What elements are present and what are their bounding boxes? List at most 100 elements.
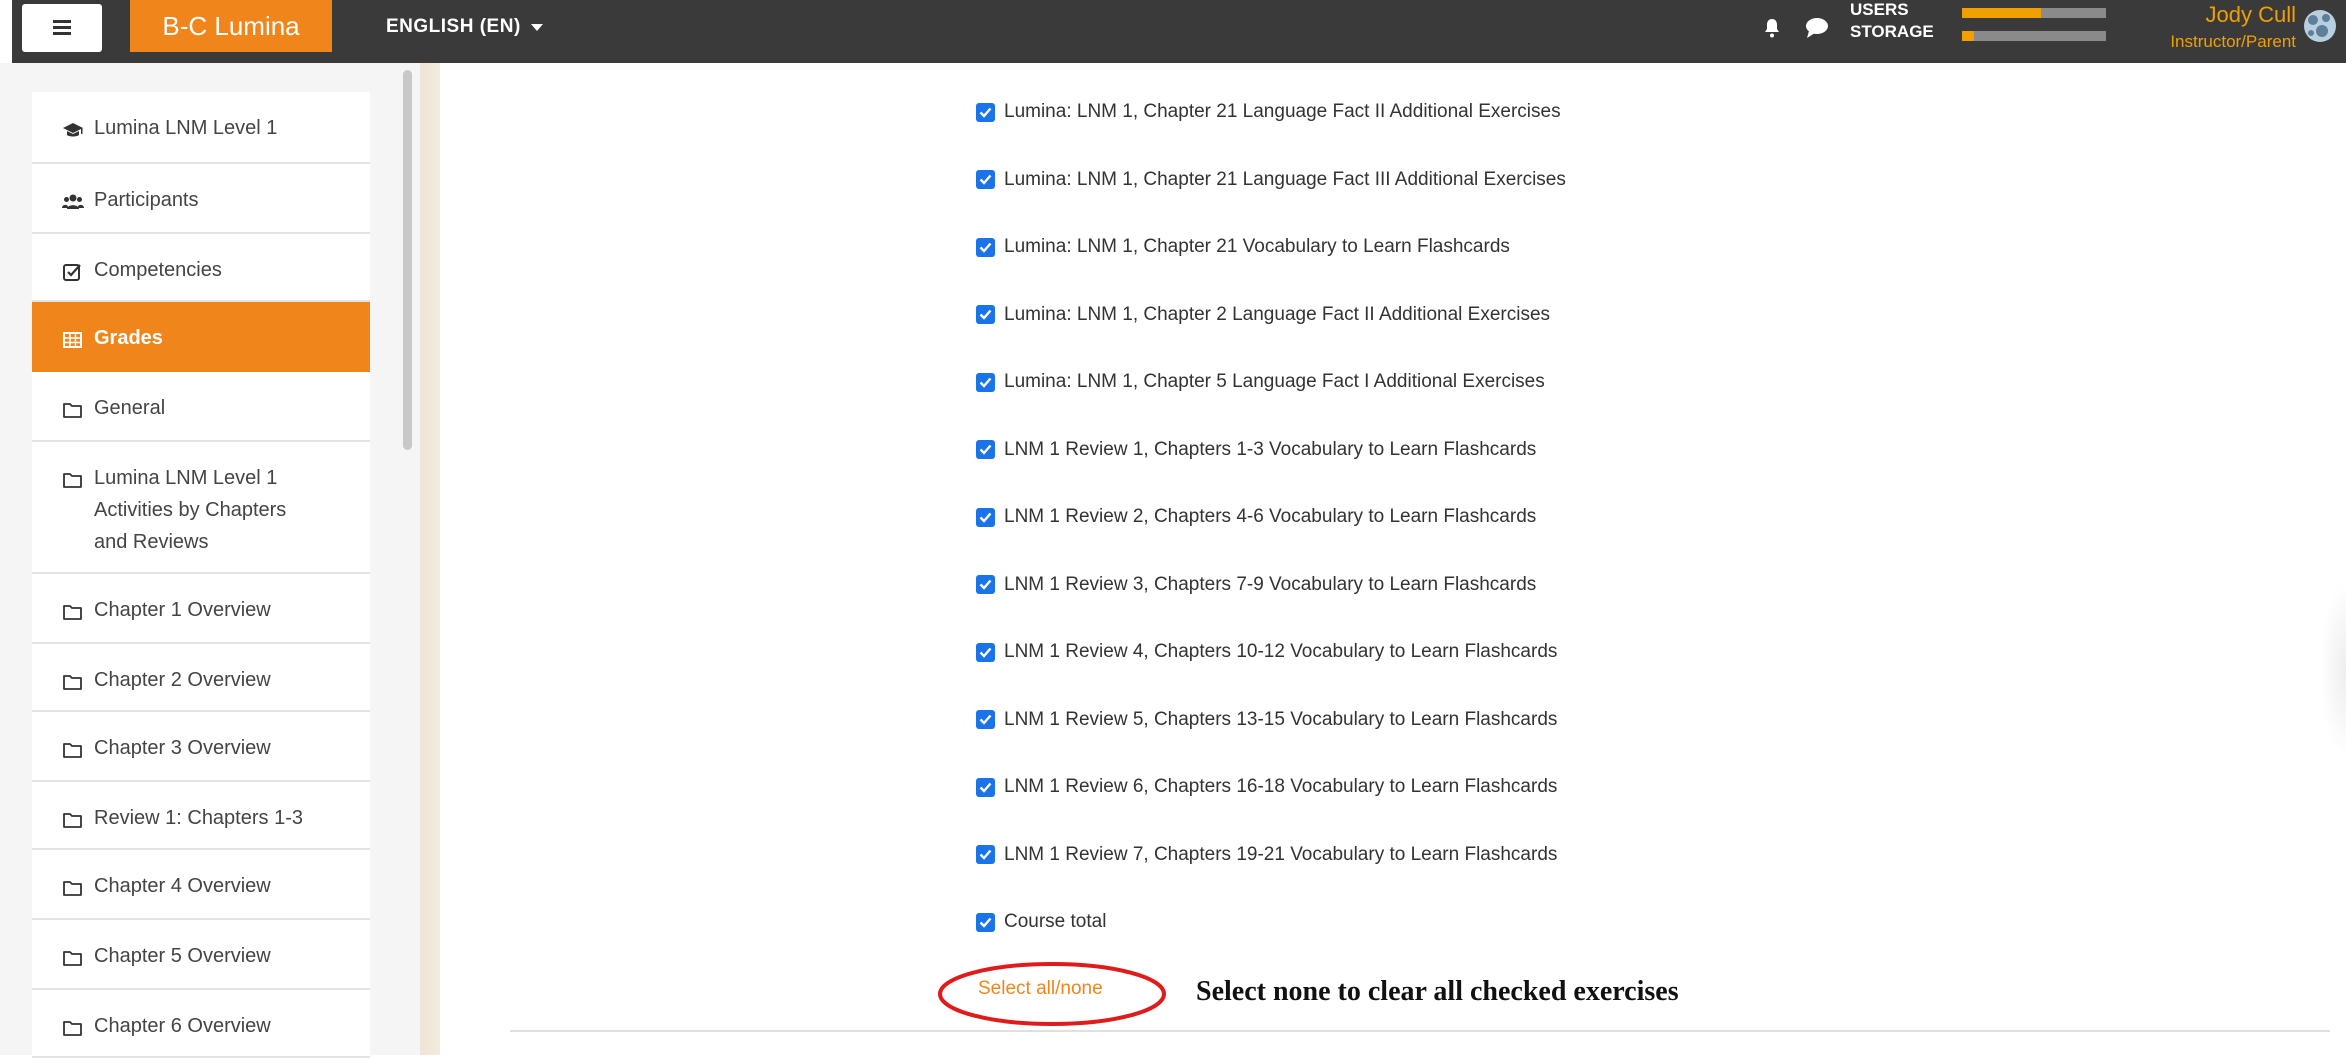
sidebar-scrollbar[interactable] (403, 70, 412, 450)
grade-item-row[interactable]: LNM 1 Review 6, Chapters 16-18 Vocabular… (976, 772, 1557, 802)
sidebar-nav-list: Lumina LNM Level 1 Participants Competenci… (32, 92, 370, 1058)
sidebar-item-lumina-lnm-level-1[interactable]: Lumina LNM Level 1 (32, 92, 370, 164)
sidebar-item-label: Chapter 2 Overview (94, 669, 271, 691)
users-usage-bar (1962, 8, 2106, 18)
sidebar-item-label: Chapter 1 Overview (94, 599, 271, 621)
site-brand[interactable]: B-C Lumina (130, 0, 332, 52)
grade-item-label: Lumina: LNM 1, Chapter 21 Vocabulary to … (1004, 236, 1510, 257)
hamburger-icon (53, 20, 71, 36)
select-all-none-link[interactable]: Select all/none (978, 978, 1103, 1000)
sidebar-item-label: General (94, 397, 166, 419)
checked-checkbox[interactable] (976, 912, 995, 932)
checkmark-icon (979, 242, 992, 253)
users-label: USERS (1850, 0, 1909, 19)
chat-icon[interactable] (1804, 16, 1830, 40)
sidebar-item-label: Chapter 5 Overview (94, 945, 271, 967)
sidebar-item-label: Grades (94, 327, 163, 349)
grade-item-label: LNM 1 Review 6, Chapters 16-18 Vocabular… (1004, 776, 1558, 797)
grade-item-label: LNM 1 Review 5, Chapters 13-15 Vocabular… (1004, 708, 1558, 730)
storage-label: STORAGE (1850, 22, 1934, 41)
checked-checkbox[interactable] (976, 642, 995, 662)
checked-checkbox[interactable] (976, 305, 995, 324)
sidebar-item-label: Lumina LNM Level 1 Activities by Chapter… (94, 467, 287, 553)
grade-item-row[interactable]: Lumina: LNM 1, Chapter 21 Language Fact … (976, 97, 1561, 127)
sidebar-item-label: Chapter 4 Overview (94, 875, 271, 897)
folder-icon (62, 808, 84, 828)
folder-icon (62, 946, 84, 966)
sidebar-item-label: Review 1: Chapters 1-3 (94, 807, 303, 829)
grade-item-label: LNM 1 Review 3, Chapters 7-9 Vocabulary … (1004, 573, 1537, 595)
checkmark-icon (979, 579, 992, 590)
folder-icon (62, 670, 84, 690)
grade-item-label: LNM 1 Review 7, Chapters 19-21 Vocabular… (1004, 843, 1558, 865)
sidebar-item-general[interactable]: General (32, 372, 370, 442)
sidebar-item-chapter-3-overview[interactable]: Chapter 3 Overview (32, 712, 370, 782)
sidebar-item-lumina-lnm-level-1[interactable]: Lumina LNM Level 1 Activities by Chapter… (32, 442, 370, 574)
table-icon (62, 328, 84, 348)
sidebar-item-competencies[interactable]: Competencies (32, 234, 370, 302)
sidebar-item-grades[interactable]: Grades (32, 302, 370, 372)
checked-checkbox[interactable] (976, 237, 995, 257)
folder-icon (62, 398, 84, 418)
grade-item-row[interactable]: Lumina: LNM 1, Chapter 21 Language Fact … (976, 165, 1566, 195)
sidebar-item-chapter-6-overview[interactable]: Chapter 6 Overview (32, 990, 370, 1058)
checked-checkbox[interactable] (976, 507, 995, 527)
folder-icon (62, 1016, 84, 1036)
grade-item-row[interactable]: LNM 1 Review 1, Chapters 1-3 Vocabulary … (976, 435, 1536, 465)
grade-item-label: Lumina: LNM 1, Chapter 5 Language Fact I… (1004, 371, 1545, 392)
checkbox-icon (62, 260, 84, 281)
checked-checkbox[interactable] (976, 372, 995, 392)
grade-item-row[interactable]: LNM 1 Review 2, Chapters 4-6 Vocabulary … (976, 502, 1536, 532)
language-menu[interactable]: ENGLISH (EN) (386, 12, 543, 42)
caret-down-icon (530, 23, 543, 31)
sidebar-item-label: Lumina LNM Level 1 (94, 117, 278, 139)
checkmark-icon (979, 917, 992, 928)
users-usage-fill (1962, 8, 2042, 18)
sidebar-item-chapter-4-overview[interactable]: Chapter 4 Overview (32, 850, 370, 920)
graduation-cap-icon (62, 118, 84, 138)
checked-checkbox[interactable] (976, 440, 995, 459)
sidebar-item-label: Chapter 3 Overview (94, 737, 271, 759)
grade-item-row[interactable]: Lumina: LNM 1, Chapter 2 Language Fact I… (976, 300, 1550, 330)
checked-checkbox[interactable] (976, 102, 995, 122)
storage-usage-fill (1962, 31, 1974, 41)
checkmark-icon (979, 444, 992, 455)
checkmark-icon (979, 849, 992, 860)
grade-item-label: LNM 1 Review 4, Chapters 10-12 Vocabular… (1004, 641, 1558, 662)
grade-item-row[interactable]: LNM 1 Review 7, Chapters 19-21 Vocabular… (976, 840, 1557, 870)
user-name[interactable]: Jody Cull (2206, 2, 2296, 28)
sidebar-item-label: Chapter 6 Overview (94, 1015, 271, 1037)
checkmark-icon (979, 107, 992, 118)
checked-checkbox[interactable] (976, 170, 995, 189)
user-role: Instructor/Parent (2170, 32, 2296, 51)
users-icon (62, 190, 84, 210)
grade-item-row[interactable]: LNM 1 Review 5, Chapters 13-15 Vocabular… (976, 705, 1557, 735)
grade-item-label: Lumina: LNM 1, Chapter 21 Language Fact … (1004, 168, 1566, 190)
language-label: ENGLISH (EN) (386, 16, 521, 37)
content-divider (510, 1030, 2330, 1032)
storage-usage-bar (1962, 31, 2106, 41)
bell-icon[interactable] (1760, 16, 1784, 40)
grade-item-row[interactable]: LNM 1 Review 4, Chapters 10-12 Vocabular… (976, 637, 1557, 667)
grade-item-row[interactable]: LNM 1 Review 3, Chapters 7-9 Vocabulary … (976, 570, 1536, 600)
grade-item-row[interactable]: Lumina: LNM 1, Chapter 21 Vocabulary to … (976, 232, 1510, 262)
checked-checkbox[interactable] (976, 575, 995, 594)
usage-meter: USERS STORAGE (1850, 0, 1934, 44)
checked-checkbox[interactable] (976, 777, 995, 797)
sidebar-item-chapter-1-overview[interactable]: Chapter 1 Overview (32, 574, 370, 644)
checked-checkbox[interactable] (976, 845, 995, 864)
avatar[interactable] (2300, 4, 2340, 52)
menu-toggle-button[interactable] (22, 4, 102, 52)
sidebar-item-label: Participants (94, 189, 199, 211)
checked-checkbox[interactable] (976, 710, 995, 729)
grade-item-row[interactable]: Lumina: LNM 1, Chapter 5 Language Fact I… (976, 367, 1545, 397)
grade-item-row[interactable]: Course total (976, 907, 1106, 937)
checkmark-icon (979, 647, 992, 658)
sidebar-item-chapter-2-overview[interactable]: Chapter 2 Overview (32, 644, 370, 712)
folder-icon (62, 468, 84, 488)
checkmark-icon (979, 714, 992, 725)
sidebar-item-participants[interactable]: Participants (32, 164, 370, 234)
grade-item-label: LNM 1 Review 1, Chapters 1-3 Vocabulary … (1004, 438, 1537, 460)
sidebar-item-chapter-5-overview[interactable]: Chapter 5 Overview (32, 920, 370, 990)
sidebar-item-review-1-chapters-1-3[interactable]: Review 1: Chapters 1-3 (32, 782, 370, 850)
